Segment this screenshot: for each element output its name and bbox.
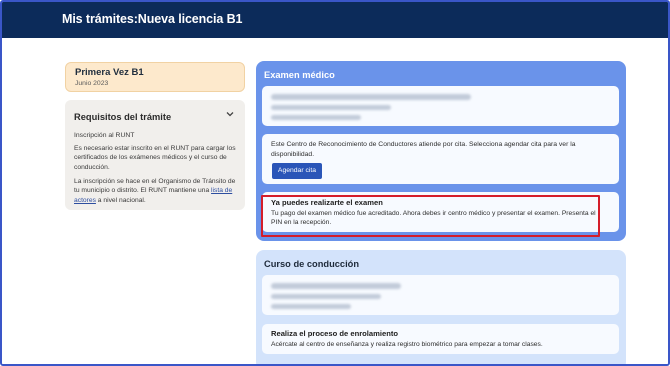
redacted-school-address <box>271 294 381 299</box>
page-title: Mis trámites:Nueva licencia B1 <box>62 12 243 26</box>
driving-school-card <box>262 275 619 315</box>
enrollment-title: Realiza el proceso de enrolamiento <box>271 329 399 338</box>
chevron-down-icon[interactable] <box>225 109 235 119</box>
requirements-title: Requisitos del trámite <box>74 112 172 122</box>
redacted-school-phone <box>271 304 351 309</box>
highlight-box <box>261 195 600 237</box>
enrollment-text: Acércate al centro de enseñanza y realiz… <box>271 341 543 348</box>
license-date: Junio 2023 <box>75 80 109 87</box>
appointment-text: Este Centro de Reconocimiento de Conduct… <box>271 141 576 158</box>
medical-center-card <box>262 86 619 126</box>
redacted-center-address <box>271 105 391 110</box>
license-status-card: Primera Vez B1 Junio 2023 <box>65 62 245 92</box>
redacted-school-name <box>271 283 401 289</box>
redacted-center-phone <box>271 115 361 120</box>
driving-course-title: Curso de conducción <box>264 259 360 269</box>
header-bar: Mis trámites:Nueva licencia B1 <box>2 2 668 38</box>
appointment-card: Este Centro de Reconocimiento de Conduct… <box>262 134 619 184</box>
requirements-paragraph-2: La inscripción se hace en el Organismo d… <box>74 177 240 205</box>
requirements-paragraph-2-end: a nivel nacional. <box>95 196 146 204</box>
enrollment-card: Realiza el proceso de enrolamiento Acérc… <box>262 324 619 354</box>
app-window: Mis trámites:Nueva licencia B1 Primera V… <box>0 0 670 366</box>
driving-course-panel: Curso de conducción Realiza el proceso d… <box>256 250 626 364</box>
requirements-card: Requisitos del trámite Inscripción al RU… <box>65 100 245 210</box>
requirements-subtitle: Inscripción al RUNT <box>74 132 135 139</box>
redacted-center-name <box>271 94 471 100</box>
requirements-paragraph-1: Es necesario estar inscrito en el RUNT p… <box>74 145 236 171</box>
license-type: Primera Vez B1 <box>75 67 144 78</box>
medical-exam-title: Examen médico <box>264 70 335 80</box>
schedule-appointment-button[interactable]: Agendar cita <box>272 163 322 179</box>
